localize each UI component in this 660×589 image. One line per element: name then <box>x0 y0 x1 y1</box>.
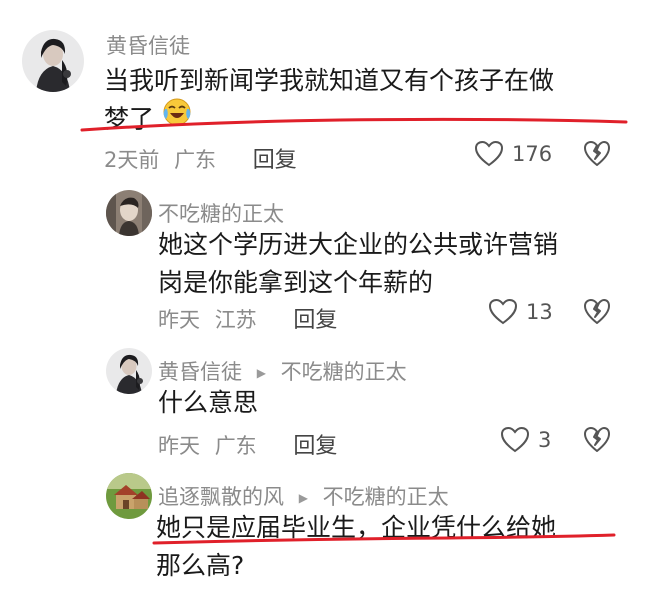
comment-location: 广东 <box>214 434 257 458</box>
comment-3: 黄昏信徒 ▶ 不吃糖的正太 什么意思 昨天 广东 回复 3 <box>0 340 660 465</box>
comment-text-line: 当我听到新闻学我就知道又有个孩子在做 <box>104 66 555 95</box>
red-underline <box>152 533 616 545</box>
like-count: 3 <box>538 427 552 452</box>
comment-username: 黄昏信徒 ▶ 不吃糖的正太 <box>158 356 407 386</box>
comment-1: 黄昏信徒 当我听到新闻学我就知道又有个孩子在做 梦了 2天前 广东 回复 176 <box>0 0 660 180</box>
comment-text-line: 那么高? <box>156 551 245 580</box>
comment-text-line: 她这个学历进大企业的公共或许营销 <box>158 230 559 259</box>
heart-icon <box>488 298 518 325</box>
comment-text: 什么意思 <box>158 384 628 422</box>
comment-time: 昨天 <box>158 308 200 332</box>
comment-text-line: 什么意思 <box>158 388 259 417</box>
reply-button[interactable]: 回复 <box>253 148 297 173</box>
reply-to-username[interactable]: 不吃糖的正太 <box>281 360 407 384</box>
reply-arrow-icon: ▶ <box>298 491 308 505</box>
comment-2: 不吃糖的正太 她这个学历进大企业的公共或许营销 岗是你能拿到这个年薪的 昨天 江… <box>0 180 660 340</box>
comment-4: 追逐飘散的风 ▶ 不吃糖的正太 她只是应届毕业生，企业凭什么给她 那么高? <box>0 465 660 589</box>
heart-icon <box>500 426 530 453</box>
comment-meta: 昨天 江苏 回复 <box>158 302 337 334</box>
like-button[interactable]: 3 <box>500 426 551 453</box>
reply-button[interactable]: 回复 <box>293 308 337 333</box>
broken-heart-icon[interactable] <box>583 426 611 453</box>
red-underline <box>80 117 628 132</box>
like-button[interactable]: 13 <box>488 298 553 325</box>
like-count: 13 <box>526 299 553 324</box>
reply-arrow-icon: ▶ <box>256 366 266 380</box>
comment-location: 江苏 <box>214 308 257 332</box>
comment-meta: 昨天 广东 回复 <box>158 428 337 460</box>
comment-meta: 2天前 广东 回复 <box>104 142 297 174</box>
reply-to-username[interactable]: 不吃糖的正太 <box>323 485 449 509</box>
comment-time: 2天前 <box>104 148 160 172</box>
comment-username[interactable]: 黄昏信徒 <box>106 30 190 60</box>
avatar[interactable] <box>106 473 152 519</box>
avatar[interactable] <box>22 30 84 92</box>
heart-icon <box>474 140 504 167</box>
comment-location: 广东 <box>174 148 217 172</box>
like-count: 176 <box>512 141 553 166</box>
comment-username-link[interactable]: 黄昏信徒 <box>158 360 242 384</box>
avatar[interactable] <box>106 348 152 394</box>
comment-text-line: 岗是你能拿到这个年薪的 <box>158 268 434 297</box>
broken-heart-icon[interactable] <box>583 140 611 167</box>
broken-heart-icon[interactable] <box>583 298 611 325</box>
comment-username: 追逐飘散的风 ▶ 不吃糖的正太 <box>158 481 449 511</box>
reply-button[interactable]: 回复 <box>293 434 337 459</box>
comment-username-link[interactable]: 追逐飘散的风 <box>158 485 284 509</box>
comment-username[interactable]: 不吃糖的正太 <box>158 198 284 228</box>
comment-text: 她这个学历进大企业的公共或许营销 岗是你能拿到这个年薪的 <box>158 226 628 302</box>
comment-time: 昨天 <box>158 434 200 458</box>
like-button[interactable]: 176 <box>474 140 552 167</box>
avatar[interactable] <box>106 190 152 236</box>
